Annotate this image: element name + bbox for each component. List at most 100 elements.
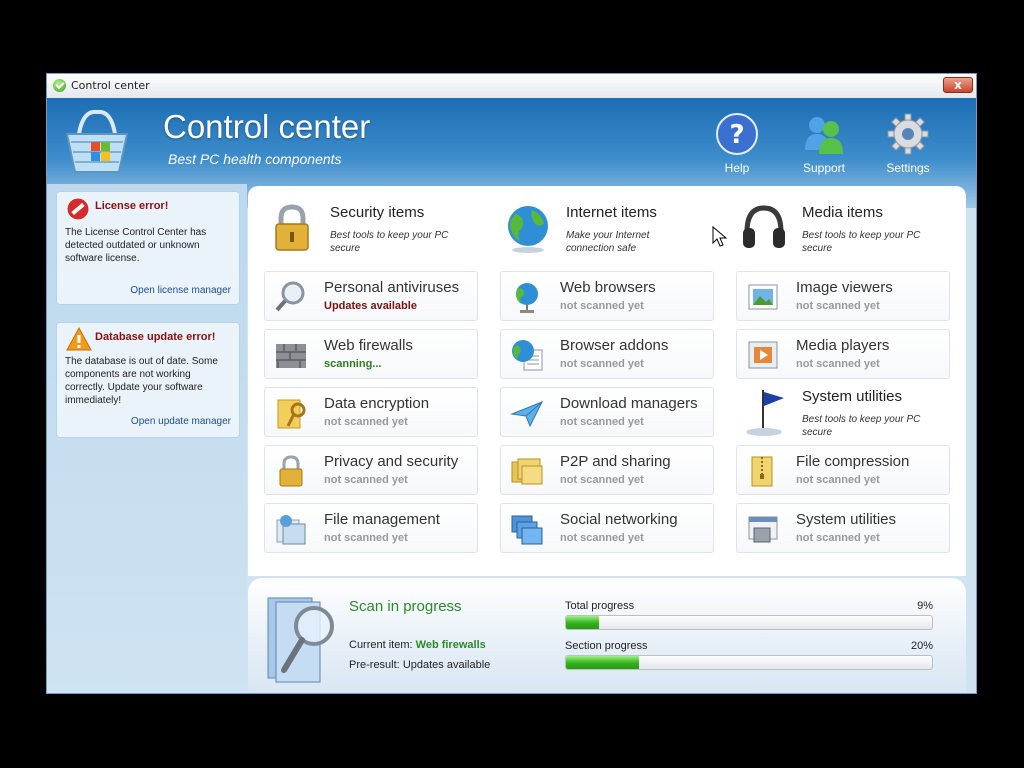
padlock-icon bbox=[279, 455, 303, 487]
warning-icon bbox=[66, 327, 92, 351]
tile-p2p-and-sharing[interactable]: P2P and sharing not scanned yet bbox=[500, 445, 714, 495]
media-items-title: Media items bbox=[802, 204, 883, 221]
media-items-desc: Best tools to keep your PC secure bbox=[802, 230, 921, 254]
sidebar: License error! The License Control Cente… bbox=[47, 184, 247, 693]
tile-personal-antiviruses[interactable]: Personal antiviruses Updates available bbox=[264, 271, 478, 321]
section-progress-label: Section progress bbox=[565, 640, 648, 652]
pre-result-label: Pre-result: bbox=[349, 659, 400, 671]
section-progress-percent: 20% bbox=[910, 640, 933, 652]
tile-web-browsers[interactable]: Web browsers not scanned yet bbox=[500, 271, 714, 321]
paper-plane-icon bbox=[510, 401, 544, 428]
app-subtitle: Best PC health components bbox=[168, 151, 342, 167]
tile-image-viewers[interactable]: Image viewers not scanned yet bbox=[736, 271, 950, 321]
item-name: Web firewalls bbox=[324, 337, 413, 354]
item-status: not scanned yet bbox=[560, 416, 644, 428]
help-button[interactable]: ? Help bbox=[705, 112, 769, 175]
support-button[interactable]: Support bbox=[792, 112, 856, 175]
item-status: not scanned yet bbox=[560, 300, 644, 312]
padlock-icon bbox=[275, 204, 309, 251]
system-utilities-desc: Best tools to keep your PC secure bbox=[802, 414, 921, 438]
license-error-title: License error! bbox=[95, 200, 169, 212]
item-name: P2P and sharing bbox=[560, 453, 671, 470]
item-status: not scanned yet bbox=[560, 532, 644, 544]
windows-stack-icon bbox=[511, 515, 543, 545]
item-name: Browser addons bbox=[560, 337, 669, 354]
item-status: Updates available bbox=[324, 300, 417, 312]
tile-file-management[interactable]: File management not scanned yet bbox=[264, 503, 478, 553]
item-name: Download managers bbox=[560, 395, 698, 412]
item-status: not scanned yet bbox=[324, 532, 408, 544]
tile-browser-addons[interactable]: Browser addons not scanned yet bbox=[500, 329, 714, 379]
item-name: Media players bbox=[796, 337, 890, 354]
tile-download-managers[interactable]: Download managers not scanned yet bbox=[500, 387, 714, 437]
item-name: Web browsers bbox=[560, 279, 656, 296]
current-item-value: Web firewalls bbox=[415, 639, 486, 651]
gear-icon bbox=[887, 113, 929, 155]
open-update-manager-link[interactable]: Open update manager bbox=[65, 416, 231, 427]
magnifier-icon bbox=[275, 281, 305, 312]
tile-privacy-and-security[interactable]: Privacy and security not scanned yet bbox=[264, 445, 478, 495]
error-stop-icon bbox=[66, 197, 90, 221]
item-status: not scanned yet bbox=[796, 358, 880, 370]
total-progress-bar bbox=[565, 615, 933, 630]
tile-social-networking[interactable]: Social networking not scanned yet bbox=[500, 503, 714, 553]
scan-title: Scan in progress bbox=[349, 598, 462, 615]
tile-file-compression[interactable]: File compression not scanned yet bbox=[736, 445, 950, 495]
tile-data-encryption[interactable]: Data encryption not scanned yet bbox=[264, 387, 478, 437]
system-utilities-title: System utilities bbox=[802, 388, 903, 405]
open-license-manager-link[interactable]: Open license manager bbox=[65, 285, 231, 296]
internet-items-desc: Make your Internet connection safe bbox=[566, 230, 650, 254]
help-icon: ? bbox=[716, 113, 758, 155]
item-name: File compression bbox=[796, 453, 910, 470]
file-manager-icon bbox=[276, 515, 306, 545]
media-player-icon bbox=[748, 341, 778, 369]
pre-result-line: Pre-result: Updates available bbox=[349, 659, 490, 671]
section-progress-bar bbox=[565, 655, 933, 670]
total-progress-percent: 9% bbox=[917, 600, 933, 612]
item-status: not scanned yet bbox=[560, 358, 644, 370]
mouse-cursor-icon bbox=[712, 226, 728, 247]
svg-text:?: ? bbox=[729, 120, 744, 150]
license-error-panel: License error! The License Control Cente… bbox=[56, 191, 240, 305]
item-name: Image viewers bbox=[796, 279, 893, 296]
category-security-items: Security items Best tools to keep your P… bbox=[266, 202, 496, 272]
shopping-basket-logo-icon bbox=[65, 109, 129, 173]
globe-icon bbox=[508, 206, 548, 253]
settings-label: Settings bbox=[886, 161, 930, 175]
item-name: Data encryption bbox=[324, 395, 430, 412]
help-label: Help bbox=[724, 161, 750, 175]
item-status: not scanned yet bbox=[324, 474, 408, 486]
folders-icon bbox=[511, 458, 543, 485]
title-bar[interactable]: Control center x bbox=[47, 74, 976, 99]
category-media-items: Media items Best tools to keep your PC s… bbox=[738, 202, 968, 272]
support-label: Support bbox=[802, 161, 846, 175]
item-name: Privacy and security bbox=[324, 453, 459, 470]
current-item-label: Current item: bbox=[349, 639, 413, 651]
database-error-panel: Database update error! The database is o… bbox=[56, 322, 240, 438]
item-status: not scanned yet bbox=[560, 474, 644, 486]
tile-web-firewalls[interactable]: Web firewalls scanning... bbox=[264, 329, 478, 379]
system-tools-icon bbox=[748, 516, 778, 543]
main-content: Security items Best tools to keep your P… bbox=[248, 186, 966, 576]
app-title: Control center bbox=[163, 108, 371, 145]
category-internet-items: Internet items Make your Internet connec… bbox=[502, 202, 732, 272]
window-title: Control center bbox=[71, 79, 150, 92]
globe-document-icon bbox=[512, 340, 543, 371]
globe-icon bbox=[516, 283, 538, 313]
total-progress-label: Total progress bbox=[565, 600, 635, 612]
support-icon bbox=[805, 117, 843, 154]
tile-system-utilities[interactable]: System utilities not scanned yet bbox=[736, 503, 950, 553]
close-button[interactable]: x bbox=[943, 77, 973, 93]
control-center-window: Control center x Control center Best PC … bbox=[46, 73, 977, 694]
picture-icon bbox=[748, 284, 778, 310]
tile-media-players[interactable]: Media players not scanned yet bbox=[736, 329, 950, 379]
zip-folder-icon bbox=[751, 456, 773, 487]
security-items-desc: Best tools to keep your PC secure bbox=[330, 230, 449, 254]
item-status: not scanned yet bbox=[796, 532, 880, 544]
scan-magnifier-icon bbox=[267, 597, 334, 683]
security-items-title: Security items bbox=[330, 204, 425, 221]
database-error-text: The database is out of date. Some compon… bbox=[65, 356, 218, 406]
item-status: scanning... bbox=[324, 358, 382, 370]
key-folder-icon bbox=[277, 399, 306, 429]
settings-button[interactable]: Settings bbox=[876, 112, 940, 175]
